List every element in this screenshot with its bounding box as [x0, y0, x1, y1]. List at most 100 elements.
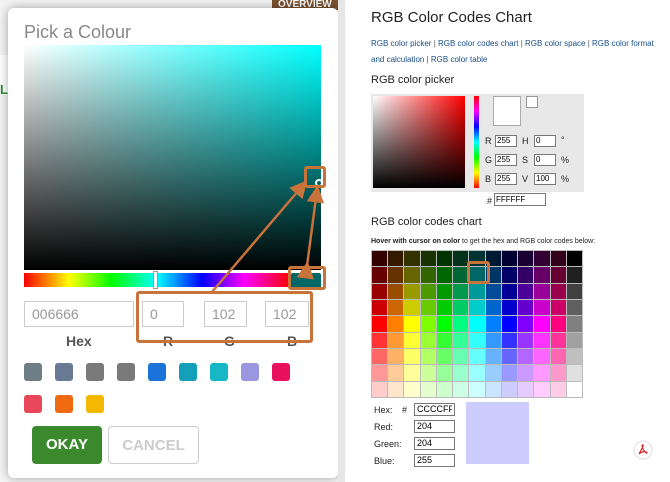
- picker-s-input[interactable]: [534, 154, 556, 166]
- picker-b-input[interactable]: [495, 173, 517, 185]
- color-cell[interactable]: [485, 332, 501, 348]
- hex-input[interactable]: [24, 301, 134, 327]
- color-cell[interactable]: [404, 251, 420, 267]
- color-cell[interactable]: [534, 365, 550, 381]
- preset-swatch[interactable]: [55, 363, 73, 381]
- color-cell[interactable]: [372, 332, 388, 348]
- color-cell[interactable]: [550, 365, 566, 381]
- color-cell[interactable]: [420, 365, 436, 381]
- color-cell[interactable]: [566, 332, 582, 348]
- color-cell[interactable]: [518, 316, 534, 332]
- color-cell[interactable]: [372, 283, 388, 299]
- color-cell[interactable]: [566, 299, 582, 316]
- color-cell[interactable]: [388, 299, 404, 316]
- cancel-button[interactable]: CANCEL: [108, 426, 199, 464]
- hue-slider-thumb[interactable]: [153, 271, 158, 289]
- preset-swatch[interactable]: [272, 363, 290, 381]
- blue-output-field[interactable]: [414, 454, 455, 467]
- color-cell[interactable]: [485, 299, 501, 316]
- color-cell[interactable]: [388, 332, 404, 348]
- color-cell[interactable]: [436, 251, 453, 267]
- color-cell[interactable]: [453, 381, 469, 397]
- color-cell[interactable]: [453, 316, 469, 332]
- pdf-icon[interactable]: [633, 440, 653, 460]
- link-color-codes-chart[interactable]: RGB color codes chart: [438, 39, 518, 48]
- color-cell[interactable]: [420, 381, 436, 397]
- color-cell[interactable]: [388, 316, 404, 332]
- color-cell[interactable]: [420, 348, 436, 365]
- color-cell[interactable]: [550, 316, 566, 332]
- color-cell[interactable]: [518, 267, 534, 283]
- color-cell[interactable]: [469, 283, 485, 299]
- color-cell[interactable]: [534, 381, 550, 397]
- color-cell[interactable]: [420, 332, 436, 348]
- color-cell[interactable]: [372, 381, 388, 397]
- color-cell[interactable]: [404, 283, 420, 299]
- color-cell[interactable]: [372, 267, 388, 283]
- color-cell[interactable]: [566, 381, 582, 397]
- color-cell[interactable]: [404, 267, 420, 283]
- color-cell[interactable]: [550, 299, 566, 316]
- color-cell[interactable]: [534, 332, 550, 348]
- picker-v-input[interactable]: [534, 173, 556, 185]
- color-cell[interactable]: [485, 365, 501, 381]
- preset-swatch[interactable]: [210, 363, 228, 381]
- link-color-table[interactable]: RGB color table: [431, 55, 487, 64]
- color-cell[interactable]: [404, 348, 420, 365]
- color-cell[interactable]: [372, 251, 388, 267]
- link-color-space[interactable]: RGB color space: [525, 39, 585, 48]
- color-cell[interactable]: [550, 381, 566, 397]
- color-cell[interactable]: [453, 283, 469, 299]
- color-cell[interactable]: [550, 267, 566, 283]
- color-cell[interactable]: [534, 348, 550, 365]
- color-cell[interactable]: [436, 316, 453, 332]
- color-cell[interactable]: [372, 348, 388, 365]
- picker-hue-bar[interactable]: [474, 96, 479, 188]
- picker-hex-input[interactable]: [494, 193, 546, 206]
- color-cell[interactable]: [420, 251, 436, 267]
- color-cell[interactable]: [501, 316, 518, 332]
- color-cell[interactable]: [404, 365, 420, 381]
- color-cell[interactable]: [436, 299, 453, 316]
- hex-output-field[interactable]: [414, 403, 455, 416]
- preset-swatch[interactable]: [86, 363, 104, 381]
- picker-h-input[interactable]: [534, 135, 556, 147]
- color-cell[interactable]: [388, 251, 404, 267]
- color-cell[interactable]: [501, 283, 518, 299]
- saturation-value-area[interactable]: [24, 45, 321, 270]
- color-cell[interactable]: [550, 348, 566, 365]
- color-cell[interactable]: [469, 316, 485, 332]
- color-cell[interactable]: [518, 299, 534, 316]
- green-output-field[interactable]: [414, 437, 455, 450]
- color-cell[interactable]: [534, 299, 550, 316]
- preset-swatch[interactable]: [241, 363, 259, 381]
- picker-g-input[interactable]: [495, 154, 517, 166]
- color-cell[interactable]: [566, 348, 582, 365]
- color-cell[interactable]: [436, 283, 453, 299]
- color-cell[interactable]: [388, 267, 404, 283]
- color-cell[interactable]: [566, 316, 582, 332]
- color-cell[interactable]: [388, 381, 404, 397]
- color-cell[interactable]: [372, 299, 388, 316]
- color-cell[interactable]: [372, 365, 388, 381]
- color-cell[interactable]: [436, 332, 453, 348]
- color-cell[interactable]: [436, 348, 453, 365]
- color-cell[interactable]: [518, 381, 534, 397]
- color-cell[interactable]: [404, 381, 420, 397]
- color-cell[interactable]: [518, 283, 534, 299]
- color-cell[interactable]: [420, 299, 436, 316]
- color-cell[interactable]: [566, 251, 582, 267]
- link-color-picker[interactable]: RGB color picker: [371, 39, 431, 48]
- okay-button[interactable]: OKAY: [32, 426, 102, 464]
- color-cell[interactable]: [485, 316, 501, 332]
- color-cell[interactable]: [436, 267, 453, 283]
- color-cell[interactable]: [453, 365, 469, 381]
- color-cell[interactable]: [518, 251, 534, 267]
- color-cell[interactable]: [436, 365, 453, 381]
- color-cell[interactable]: [501, 267, 518, 283]
- color-cell[interactable]: [501, 365, 518, 381]
- preset-swatch[interactable]: [24, 395, 42, 413]
- color-cell[interactable]: [404, 332, 420, 348]
- color-cell[interactable]: [566, 283, 582, 299]
- color-cell[interactable]: [469, 365, 485, 381]
